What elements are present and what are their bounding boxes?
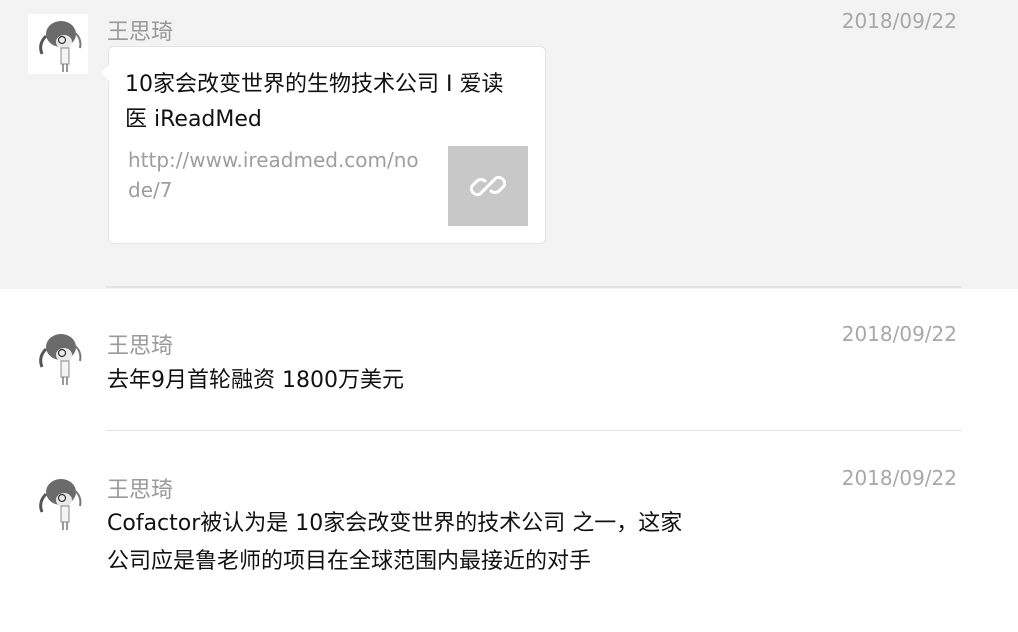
cartoon-girl-avatar-icon xyxy=(28,472,88,532)
sender-name: 王思琦 xyxy=(107,334,174,359)
message-text: 去年9月首轮融资 1800万美元 xyxy=(107,368,404,393)
message-text: Cofactor被认为是 10家会改变世界的技术公司 之一，这家公司应是鲁老师的… xyxy=(107,511,683,574)
sender-name: 王思琦 xyxy=(107,20,174,45)
link-url[interactable]: http://www.ireadmed.com/node/7 xyxy=(128,145,428,205)
divider xyxy=(106,430,962,431)
cartoon-girl-avatar-icon xyxy=(28,327,88,387)
message-item[interactable]: 王思琦 2018/09/22 Cofactor被认为是 10家会改变世界的技术公… xyxy=(0,432,1018,632)
sender-avatar[interactable] xyxy=(28,327,88,387)
divider xyxy=(106,286,962,288)
message-item[interactable]: 王思琦 2018/09/22 去年9月首轮融资 1800万美元 xyxy=(0,289,1018,432)
link-title[interactable]: 10家会改变世界的生物技术公司 I 爱读医 iReadMed xyxy=(125,67,525,137)
link-card[interactable]: 10家会改变世界的生物技术公司 I 爱读医 iReadMed http://ww… xyxy=(101,46,546,244)
message-date: 2018/09/22 xyxy=(841,466,957,490)
bubble-tail xyxy=(101,65,109,81)
message-item[interactable]: 王思琦 2018/09/22 10家会改变世界的生物技术公司 I 爱读医 iRe… xyxy=(0,0,1018,289)
sender-avatar[interactable] xyxy=(28,472,88,532)
cartoon-girl-avatar-icon xyxy=(28,14,88,74)
link-chain-icon xyxy=(469,175,507,197)
link-thumbnail[interactable] xyxy=(448,146,528,226)
message-date: 2018/09/22 xyxy=(841,322,957,346)
message-date: 2018/09/22 xyxy=(841,9,957,33)
sender-name: 王思琦 xyxy=(107,478,174,503)
sender-avatar[interactable] xyxy=(28,14,88,74)
